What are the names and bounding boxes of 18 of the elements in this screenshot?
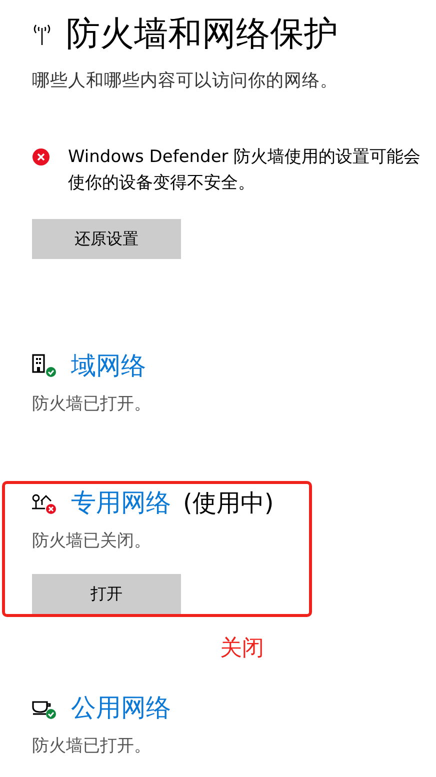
firewall-status: 防火墙已打开。 (32, 393, 152, 415)
domain-network-icon (32, 354, 45, 372)
page-title: 防火墙和网络保护 (66, 13, 338, 56)
firewall-status: 防火墙已打开。 (32, 735, 152, 757)
wireless-icon (32, 22, 52, 46)
network-link[interactable]: 域网络 (71, 349, 146, 382)
error-icon (32, 148, 50, 166)
annotation-label: 关闭 (220, 635, 265, 663)
warning-message: Windows Defender 防火墙使用的设置可能会使你的设备变得不安全。 (68, 146, 422, 195)
page-subtitle: 哪些人和哪些内容可以访问你的网络。 (32, 70, 339, 92)
restore-settings-button[interactable]: 还原设置 (32, 219, 181, 259)
in-use-label: (使用中) (183, 488, 274, 518)
turn-on-button[interactable]: 打开 (32, 574, 181, 614)
network-link[interactable]: 专用网络 (71, 486, 171, 519)
public-network-icon (32, 700, 51, 714)
private-network-icon (32, 494, 52, 509)
network-link[interactable]: 公用网络 (71, 691, 171, 724)
firewall-status: 防火墙已关闭。 (32, 530, 152, 552)
